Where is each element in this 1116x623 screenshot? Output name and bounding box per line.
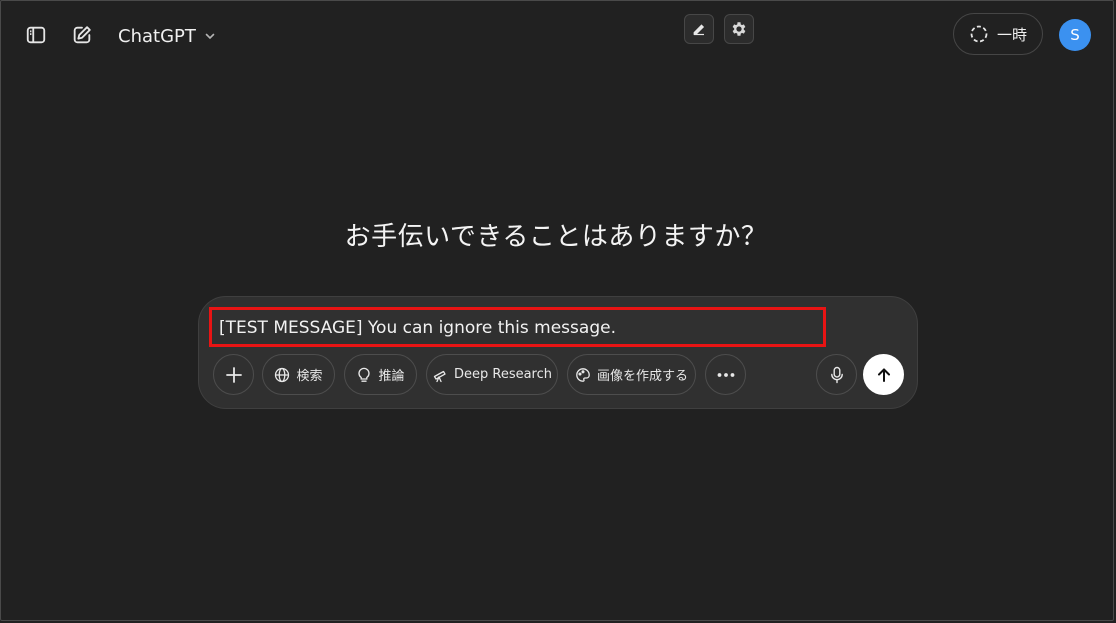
globe-icon	[275, 367, 290, 382]
attach-button[interactable]	[213, 354, 254, 395]
chevron-down-icon	[205, 33, 215, 40]
top-bar: ChatGPT 一時 S	[0, 0, 1116, 72]
lightbulb-icon	[358, 367, 371, 382]
extension-pencil-button[interactable]	[684, 14, 714, 44]
sidebar-toggle-icon	[26, 26, 46, 44]
deep-research-button[interactable]: Deep Research	[426, 354, 558, 395]
deep-research-label: Deep Research	[453, 367, 553, 382]
gear-icon	[732, 22, 746, 36]
more-tools-button[interactable]	[705, 354, 746, 395]
reason-button[interactable]: 推論	[344, 354, 417, 395]
search-label: 検索	[296, 369, 323, 384]
search-button[interactable]: 検索	[262, 354, 335, 395]
pencil-icon	[693, 24, 705, 36]
palette-icon	[576, 367, 590, 382]
plus-icon	[225, 366, 242, 383]
telescope-icon	[433, 370, 446, 382]
prompt-input[interactable]: [TEST MESSAGE] You can ignore this messa…	[219, 318, 616, 338]
dashed-circle-icon	[970, 25, 988, 43]
new-chat-icon	[73, 26, 91, 44]
model-name: ChatGPT	[118, 25, 196, 47]
model-switcher[interactable]: ChatGPT	[112, 20, 222, 52]
temporary-chat-button[interactable]: 一時	[953, 13, 1043, 55]
send-button[interactable]	[863, 354, 904, 395]
page-title: お手伝いできることはありますか？	[344, 222, 768, 252]
new-chat-button[interactable]	[68, 21, 96, 49]
temporary-chat-label: 一時	[996, 25, 1027, 44]
extension-settings-button[interactable]	[724, 14, 754, 44]
avatar[interactable]: S	[1059, 19, 1091, 51]
reason-label: 推論	[378, 369, 405, 384]
create-image-label: 画像を作成する	[596, 369, 688, 384]
sidebar-toggle-button[interactable]	[22, 21, 50, 49]
microphone-icon	[830, 366, 843, 383]
more-dots-icon	[717, 372, 734, 377]
arrow-up-icon	[877, 368, 890, 382]
voice-button[interactable]	[816, 354, 857, 395]
create-image-button[interactable]: 画像を作成する	[567, 354, 696, 395]
